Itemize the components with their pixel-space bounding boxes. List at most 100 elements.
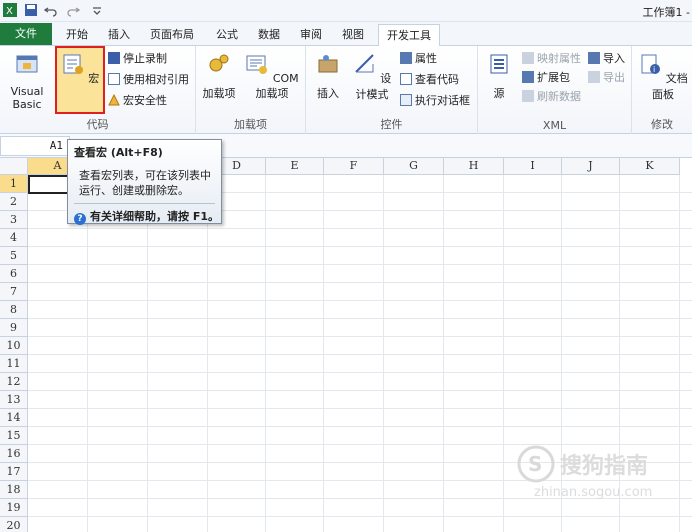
customize-toolbar-icon[interactable] [90, 3, 104, 17]
tab-insert[interactable]: 插入 [100, 24, 138, 46]
tab-home[interactable]: 开始 [58, 24, 96, 46]
com-addins-button[interactable]: COM 加载项 [240, 50, 304, 101]
design-mode-button[interactable]: 设计模式 [348, 50, 396, 102]
toolbox-icon [318, 55, 338, 73]
tab-data[interactable]: 数据 [250, 24, 288, 46]
row-header[interactable]: 9 [0, 319, 28, 337]
refresh-data-button[interactable]: 刷新数据 [522, 88, 581, 106]
column-header[interactable]: G [384, 158, 444, 175]
row-header[interactable]: 3 [0, 211, 28, 229]
tab-page-layout[interactable]: 页面布局 [142, 24, 202, 46]
design-mode-icon [355, 54, 374, 73]
row-header[interactable]: 17 [0, 463, 28, 481]
group-xml: 源 映射属性 扩展包 刷新数据 导入 导出 XML [478, 46, 632, 134]
column-header[interactable]: I [504, 158, 562, 175]
warning-icon [108, 94, 120, 106]
stop-recording-button[interactable]: 停止录制 [108, 50, 167, 68]
refresh-icon [522, 90, 534, 102]
row-header[interactable]: 18 [0, 481, 28, 499]
row-header[interactable]: 13 [0, 391, 28, 409]
row-header[interactable]: 7 [0, 283, 28, 301]
import-icon [588, 52, 600, 64]
visual-basic-button[interactable]: Visual Basic [2, 50, 52, 111]
relative-reference-icon [108, 73, 120, 85]
tooltip-help: ? 有关详细帮助，请按 F1。 [74, 208, 219, 225]
tooltip-desc-line2: 运行、创建或删除宏。 [79, 184, 189, 197]
relative-reference-button[interactable]: 使用相对引用 [108, 71, 189, 89]
gridline [28, 354, 692, 355]
redo-icon[interactable] [66, 3, 80, 17]
tab-developer[interactable]: 开发工具 [378, 24, 440, 47]
svg-text:i: i [653, 65, 655, 74]
window-title: 工作簿1 - [642, 6, 690, 19]
macro-security-button[interactable]: 宏安全性 [108, 92, 167, 110]
watermark-url: zhinan.sogou.com [534, 485, 652, 500]
gridline [28, 336, 692, 337]
gridline [28, 516, 692, 517]
gridline [28, 246, 692, 247]
gridline [28, 408, 692, 409]
row-header[interactable]: 10 [0, 337, 28, 355]
row-header[interactable]: 19 [0, 499, 28, 517]
row-header[interactable]: 16 [0, 445, 28, 463]
gears-icon [209, 54, 229, 72]
gridline [28, 372, 692, 373]
addins-button[interactable]: 加载项 [200, 50, 238, 101]
row-header[interactable]: 11 [0, 355, 28, 373]
column-header[interactable]: K [620, 158, 680, 175]
tooltip-desc-line1: 查看宏列表，可在该列表中 [79, 169, 211, 182]
xml-source-icon [490, 54, 508, 74]
macros-tooltip: 查看宏 (Alt+F8) 查看宏列表，可在该列表中 运行、创建或删除宏。 ? 有关… [67, 139, 222, 225]
row-header[interactable]: 5 [0, 247, 28, 265]
expansion-packs-button[interactable]: 扩展包 [522, 69, 570, 87]
gridline [28, 300, 692, 301]
xml-source-button[interactable]: 源 [482, 50, 516, 101]
import-button[interactable]: 导入 [588, 50, 625, 68]
undo-icon[interactable] [44, 3, 58, 17]
tab-formulas[interactable]: 公式 [208, 24, 246, 46]
run-dialog-button[interactable]: 执行对话框 [400, 92, 470, 110]
expansion-packs-icon [522, 71, 534, 83]
run-dialog-icon [400, 94, 412, 106]
gridline [28, 228, 692, 229]
macros-button[interactable]: 宏 [57, 50, 103, 86]
row-header[interactable]: 8 [0, 301, 28, 319]
name-box[interactable]: A1 [0, 136, 70, 156]
gridline [28, 426, 692, 427]
gridline [28, 282, 692, 283]
tab-file[interactable]: 文件 [0, 23, 52, 45]
gridline [28, 390, 692, 391]
row-header[interactable]: 6 [0, 265, 28, 283]
column-header[interactable]: F [324, 158, 384, 175]
watermark-logo: S 搜狗指南 zhinan.sogou.com [517, 445, 652, 500]
properties-button[interactable]: 属性 [400, 50, 437, 68]
svg-text:X: X [6, 6, 13, 17]
row-header[interactable]: 12 [0, 373, 28, 391]
column-header[interactable]: E [266, 158, 324, 175]
row-header[interactable]: 1 [0, 175, 28, 193]
column-header[interactable]: H [444, 158, 504, 175]
map-properties-button[interactable]: 映射属性 [522, 50, 581, 68]
row-header[interactable]: 2 [0, 193, 28, 211]
insert-control-button[interactable]: 插入 [310, 50, 346, 101]
gridline [28, 318, 692, 319]
row-header[interactable]: 14 [0, 409, 28, 427]
row-header[interactable]: 20 [0, 517, 28, 532]
group-code: Visual Basic 宏 停止录制 使用相对引用 宏安全性 代码 [0, 46, 196, 134]
group-label-controls: 控件 [380, 118, 403, 131]
help-icon: ? [74, 213, 86, 225]
column-header[interactable]: J [562, 158, 620, 175]
export-button[interactable]: 导出 [588, 69, 625, 87]
select-all-corner[interactable] [0, 158, 28, 175]
excel-app-icon[interactable]: X [3, 3, 17, 17]
document-panel-button[interactable]: i 文档面板 [636, 50, 690, 102]
view-code-button[interactable]: 查看代码 [400, 71, 459, 89]
save-icon[interactable] [24, 3, 38, 17]
tab-review[interactable]: 审阅 [292, 24, 330, 46]
group-label-modify: 修改 [651, 118, 673, 131]
row-header[interactable]: 4 [0, 229, 28, 247]
row-header[interactable]: 15 [0, 427, 28, 445]
tooltip-separator [74, 203, 215, 204]
group-label-xml: XML [542, 119, 567, 132]
tab-view[interactable]: 视图 [334, 24, 372, 46]
